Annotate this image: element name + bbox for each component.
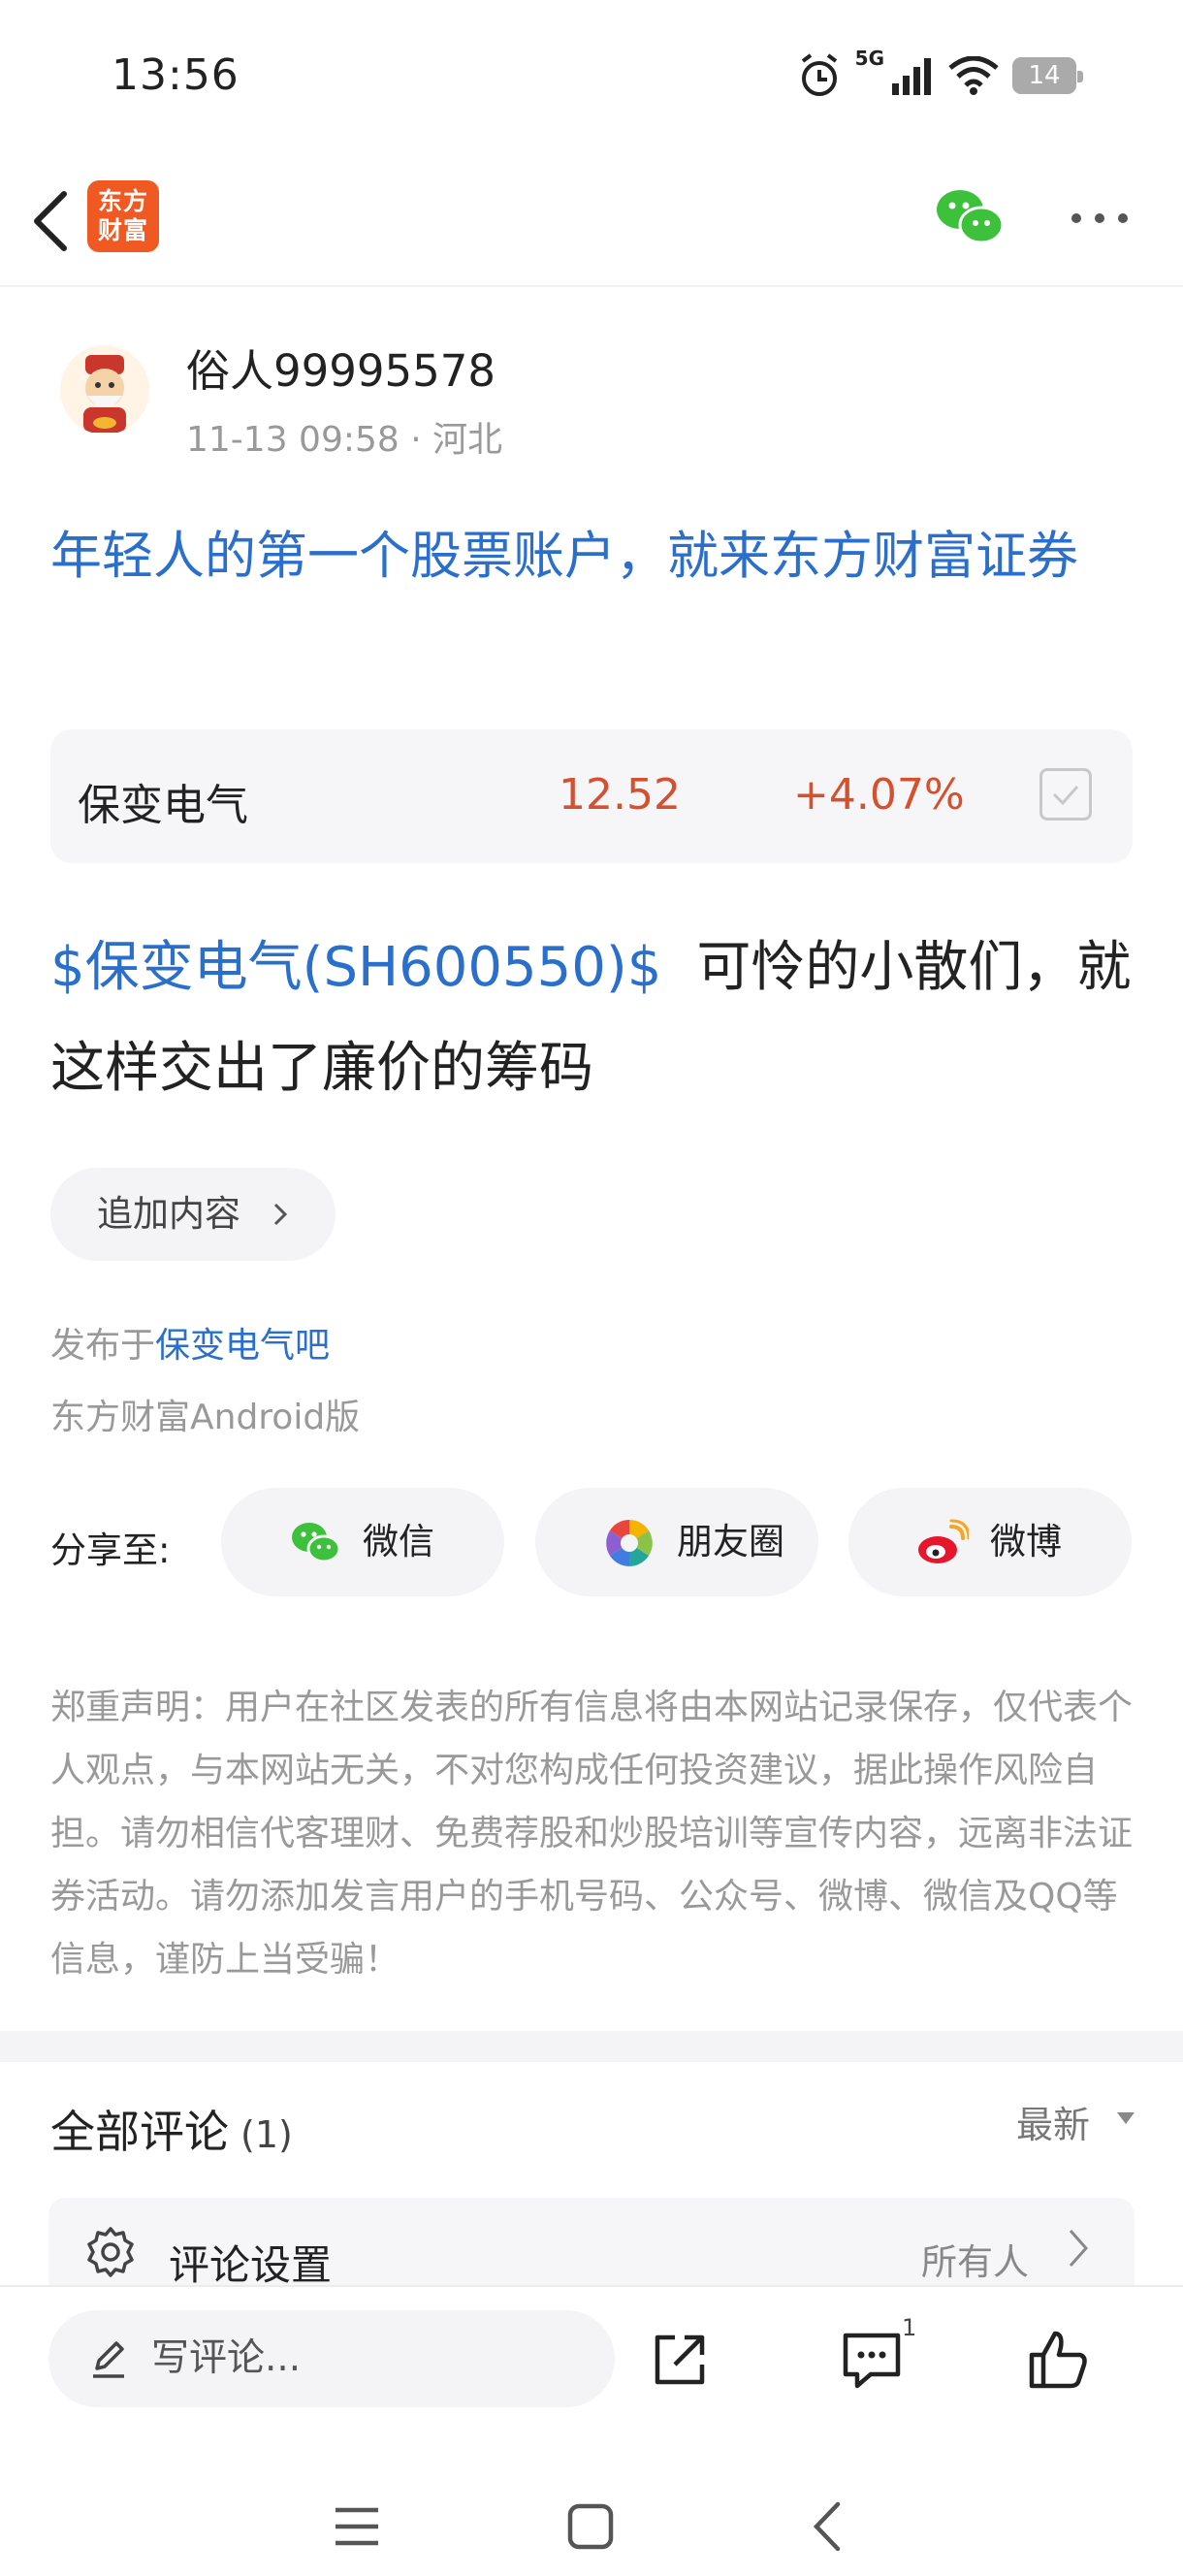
bottom-action-bar: 写评论... 1 [0, 2285, 1183, 2576]
share-wechat-label: 微信 [363, 1521, 434, 1562]
status-bar: 13:56 5G 14 [0, 0, 1183, 155]
share-label: 分享至: [50, 1530, 171, 1571]
share-wechat-button[interactable]: 微信 [221, 1488, 504, 1596]
home-icon[interactable] [566, 2502, 615, 2551]
add-content-button[interactable]: 追加内容 [50, 1168, 336, 1261]
stock-name: 保变电气 [78, 781, 248, 830]
stock-price: 12.52 [559, 770, 681, 820]
system-back-icon[interactable] [809, 2500, 844, 2553]
eastmoney-logo[interactable]: 东方财富 [87, 180, 159, 252]
network-label: 5G [854, 47, 884, 70]
avatar[interactable] [60, 345, 149, 435]
wechat-icon[interactable] [933, 184, 1005, 248]
more-options-icon[interactable] [1069, 204, 1131, 233]
stock-change: +4.07% [793, 770, 965, 820]
thumbs-up-icon[interactable] [1024, 2326, 1092, 2394]
disclaimer: 郑重声明：用户在社区发表的所有信息将由本网站记录保存，仅代表个人观点，与本网站无… [50, 1688, 1134, 1980]
wifi-icon [948, 56, 999, 95]
comment-icon[interactable] [838, 2326, 906, 2394]
post-title[interactable]: 年轻人的第一个股票账户，就来东方财富证券 [50, 514, 1136, 598]
share-weibo-button[interactable]: 微博 [848, 1488, 1132, 1596]
stock-tag-link[interactable]: $保变电气(SH600550)$ [50, 936, 661, 999]
system-navigation-bar [0, 2481, 1183, 2576]
share-weibo-label: 微博 [990, 1521, 1062, 1562]
author-name[interactable]: 俗人99995578 [186, 336, 496, 399]
post-platform: 东方财富Android版 [50, 1398, 361, 1437]
back-icon[interactable] [21, 184, 80, 258]
add-content-label: 追加内容 [97, 1193, 240, 1235]
status-icons: 5G 14 [797, 47, 1083, 103]
share-icon[interactable] [646, 2326, 714, 2394]
battery-indicator: 14 [1012, 57, 1083, 94]
post-time-location: 11-13 09:58 · 河北 [186, 420, 503, 460]
stock-quote-card[interactable]: 保变电气 12.52 +4.07% [50, 729, 1133, 863]
chevron-right-icon [1069, 2230, 1089, 2267]
comments-title: 全部评论 [50, 2106, 229, 2158]
status-time: 13:56 [112, 50, 240, 100]
comment-settings-label: 评论设置 [169, 2241, 333, 2289]
pencil-icon [93, 2341, 124, 2378]
alarm-icon [801, 53, 837, 96]
comment-settings-value: 所有人 [921, 2241, 1029, 2283]
menu-icon[interactable] [332, 2502, 382, 2551]
moments-icon [606, 1520, 653, 1566]
post-body: $保变电气(SH600550)$ 可怜的小散们，就这样交出了廉价的筹码 [50, 918, 1146, 1119]
write-comment-placeholder: 写评论... [151, 2336, 302, 2380]
caret-down-icon[interactable] [1115, 2110, 1136, 2126]
comments-header: 全部评论 (1) [50, 2097, 293, 2161]
published-in: 发布于保变电气吧 [50, 1317, 330, 1368]
stock-bar-link[interactable]: 保变电气吧 [155, 1326, 330, 1366]
section-divider [0, 2031, 1183, 2062]
sort-dropdown[interactable]: 最新 [1016, 2095, 1090, 2148]
comments-count: (1) [240, 2113, 293, 2156]
weibo-icon [918, 1519, 969, 1563]
share-moments-button[interactable]: 朋友圈 [535, 1488, 818, 1596]
gear-icon [87, 2227, 134, 2277]
published-prefix: 发布于 [50, 1326, 156, 1366]
wechat-icon [292, 1523, 341, 1563]
comment-count-badge: 1 [902, 2314, 917, 2341]
signal-icon [892, 58, 931, 95]
share-moments-label: 朋友圈 [677, 1521, 784, 1562]
write-comment-input[interactable]: 写评论... [48, 2310, 615, 2407]
chevron-right-icon [273, 1203, 288, 1226]
add-watchlist-checkbox[interactable] [1039, 768, 1092, 821]
top-nav-bar: 东方财富 [0, 155, 1183, 287]
